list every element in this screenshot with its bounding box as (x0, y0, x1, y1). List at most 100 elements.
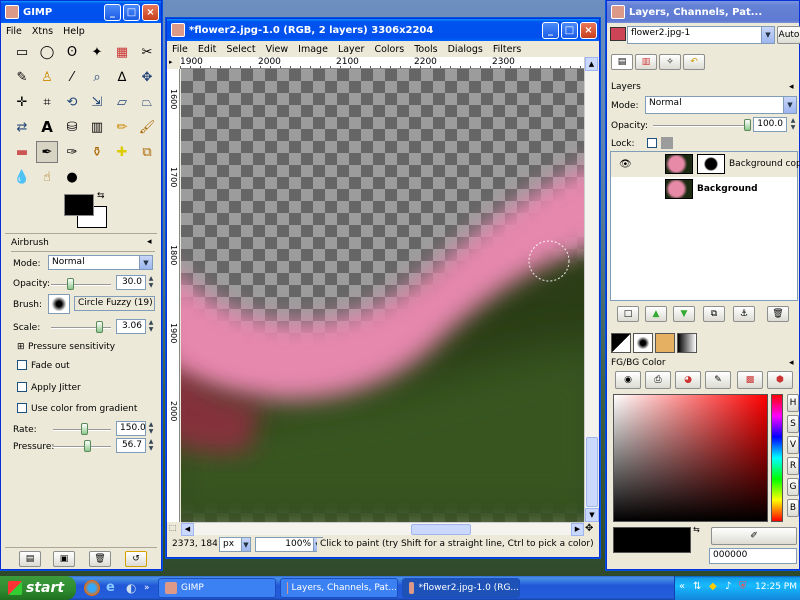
opacity-slider[interactable] (51, 284, 111, 286)
undo-tab-icon[interactable]: ↶ (683, 54, 705, 70)
menu-tools[interactable]: Tools (409, 44, 442, 55)
chevron-down-icon[interactable]: ▼ (241, 537, 251, 552)
maximize-button[interactable]: □ (561, 21, 578, 39)
pressure-input[interactable]: 56.7 (116, 438, 146, 453)
channel-s-button[interactable]: S (787, 415, 799, 433)
pattern-tab-icon[interactable] (655, 333, 675, 353)
hex-input[interactable]: 000000 (709, 548, 797, 564)
taskbar-item-layers[interactable]: Layers, Channels, Pat... (280, 578, 398, 598)
tool-options-menu-icon[interactable]: ◂ (147, 237, 152, 247)
maximize-button[interactable]: □ (123, 3, 140, 21)
measure-icon[interactable]: ∆ (111, 66, 133, 88)
anchor-layer-icon[interactable]: ⚓ (733, 306, 755, 322)
flip-icon[interactable]: ⇄ (11, 116, 33, 138)
blur-icon[interactable]: 💧 (11, 166, 33, 188)
toolbox-titlebar[interactable]: GIMP _ □ × (1, 1, 161, 23)
navigate-icon[interactable]: ✥ (585, 523, 597, 535)
scale-spinner[interactable]: ▲ ▼ (147, 319, 155, 334)
minimize-button[interactable]: _ (104, 3, 121, 21)
smudge-icon[interactable]: ☝ (36, 166, 58, 188)
scale-input[interactable]: 3.06 (116, 319, 146, 334)
restore-options-icon[interactable]: ▣ (53, 551, 75, 567)
delete-layer-icon[interactable]: 🗑 (767, 306, 789, 322)
color-picker-icon[interactable]: ⁄ (61, 66, 83, 88)
ink-icon[interactable]: ✑ (61, 141, 83, 163)
delete-options-icon[interactable]: 🗑 (89, 551, 111, 567)
perspective-icon[interactable]: ⏢ (136, 91, 158, 113)
channel-b-button[interactable]: B (787, 499, 799, 517)
channel-h-button[interactable]: H (787, 394, 799, 412)
layer-opacity-slider-handle[interactable] (744, 119, 751, 131)
layer-name[interactable]: Background copy (729, 159, 800, 169)
gimp-selector-icon[interactable]: ◉ (615, 371, 641, 389)
fade-out-checkbox[interactable] (17, 360, 27, 370)
close-button[interactable]: × (580, 21, 597, 39)
scroll-down-icon[interactable]: ▼ (585, 508, 599, 522)
clock[interactable]: 12:25 PM (755, 582, 797, 592)
layer-opacity-slider[interactable] (653, 125, 749, 127)
channel-v-button[interactable]: V (787, 436, 799, 454)
scales-selector-icon[interactable]: ▩ (737, 371, 763, 389)
foreground-color-swatch[interactable] (64, 194, 94, 216)
fg-bg-tab-icon[interactable] (611, 333, 631, 353)
layers-tab-icon[interactable]: ▤ (611, 54, 633, 70)
rotate-icon[interactable]: ⟲ (61, 91, 83, 113)
menu-layer[interactable]: Layer (333, 44, 370, 55)
paintbrush-icon[interactable]: 🖌 (136, 116, 158, 138)
brush-tab-icon[interactable] (633, 333, 653, 353)
ellipse-select-icon[interactable]: ◯ (36, 41, 58, 63)
duplicate-layer-icon[interactable]: ⧉ (703, 306, 725, 322)
chevron-down-icon[interactable]: ▼ (783, 96, 797, 114)
raise-layer-icon[interactable]: ▲ (645, 306, 667, 322)
rate-slider-handle[interactable] (81, 423, 88, 435)
tray-shield-icon[interactable]: ⛨ (739, 581, 747, 592)
paths-tab-icon[interactable]: ✧ (659, 54, 681, 70)
foreground-select-icon[interactable]: ♙ (36, 66, 58, 88)
quicklaunch-media-icon[interactable]: » (144, 580, 156, 596)
apply-jitter-checkbox[interactable] (17, 382, 27, 392)
move-icon[interactable]: ✥ (136, 66, 158, 88)
color-picker-button[interactable]: ✐ (711, 527, 797, 545)
zoom-icon[interactable]: ⌕ (86, 66, 108, 88)
airbrush-icon[interactable]: ✒ (36, 141, 58, 163)
clone-icon[interactable]: ⚱ (86, 141, 108, 163)
swap-colors-icon[interactable]: ⇆ (97, 191, 105, 201)
section-menu-icon[interactable]: ◂ (789, 358, 794, 368)
rate-input[interactable]: 150.0 (116, 421, 146, 436)
menu-select[interactable]: Select (221, 44, 260, 55)
scissors-icon[interactable]: ✂ (136, 41, 158, 63)
triangle-selector-icon[interactable]: ◕ (675, 371, 701, 389)
menu-file[interactable]: File (1, 26, 27, 37)
layer-name[interactable]: Background (697, 184, 758, 194)
tray-volume-icon[interactable]: ♪ (725, 581, 731, 592)
opacity-slider-handle[interactable] (67, 278, 74, 290)
save-options-icon[interactable]: ▤ (19, 551, 41, 567)
menu-xtns[interactable]: Xtns (27, 26, 58, 37)
scroll-left-icon[interactable]: ◀ (181, 523, 194, 536)
fuzzy-select-icon[interactable]: ✦ (86, 41, 108, 63)
pressure-slider[interactable] (53, 446, 111, 448)
section-menu-icon[interactable]: ◂ (789, 82, 794, 92)
image-selector[interactable]: flower2.jpg-1 (627, 26, 763, 44)
menu-filters[interactable]: Filters (488, 44, 526, 55)
eraser-icon[interactable]: ▬ (11, 141, 33, 163)
menu-file[interactable]: File (167, 44, 193, 55)
minimize-button[interactable]: _ (542, 21, 559, 39)
quicklaunch-firefox-icon[interactable] (84, 580, 100, 596)
opacity-spinner[interactable]: ▲ ▼ (147, 275, 155, 290)
color-select-icon[interactable]: ▦ (111, 41, 133, 63)
rect-select-icon[interactable]: ▭ (11, 41, 33, 63)
rate-spinner[interactable]: ▲ ▼ (147, 421, 155, 436)
menu-view[interactable]: View (261, 44, 294, 55)
lower-layer-icon[interactable]: ▼ (673, 306, 695, 322)
palette-selector-icon[interactable]: ⬢ (767, 371, 793, 389)
scroll-right-icon[interactable]: ▶ (571, 523, 584, 536)
menu-edit[interactable]: Edit (193, 44, 221, 55)
auto-button[interactable]: Auto (777, 26, 800, 44)
chevron-down-icon[interactable]: ▼ (761, 26, 775, 44)
pressure-sensitivity-expander[interactable]: Pressure sensitivity (28, 342, 115, 352)
quickmask-icon[interactable]: ⬚ (169, 523, 181, 535)
brush-preview[interactable] (48, 294, 70, 314)
scroll-thumb[interactable] (586, 437, 598, 507)
unit-select[interactable]: px (219, 537, 243, 552)
